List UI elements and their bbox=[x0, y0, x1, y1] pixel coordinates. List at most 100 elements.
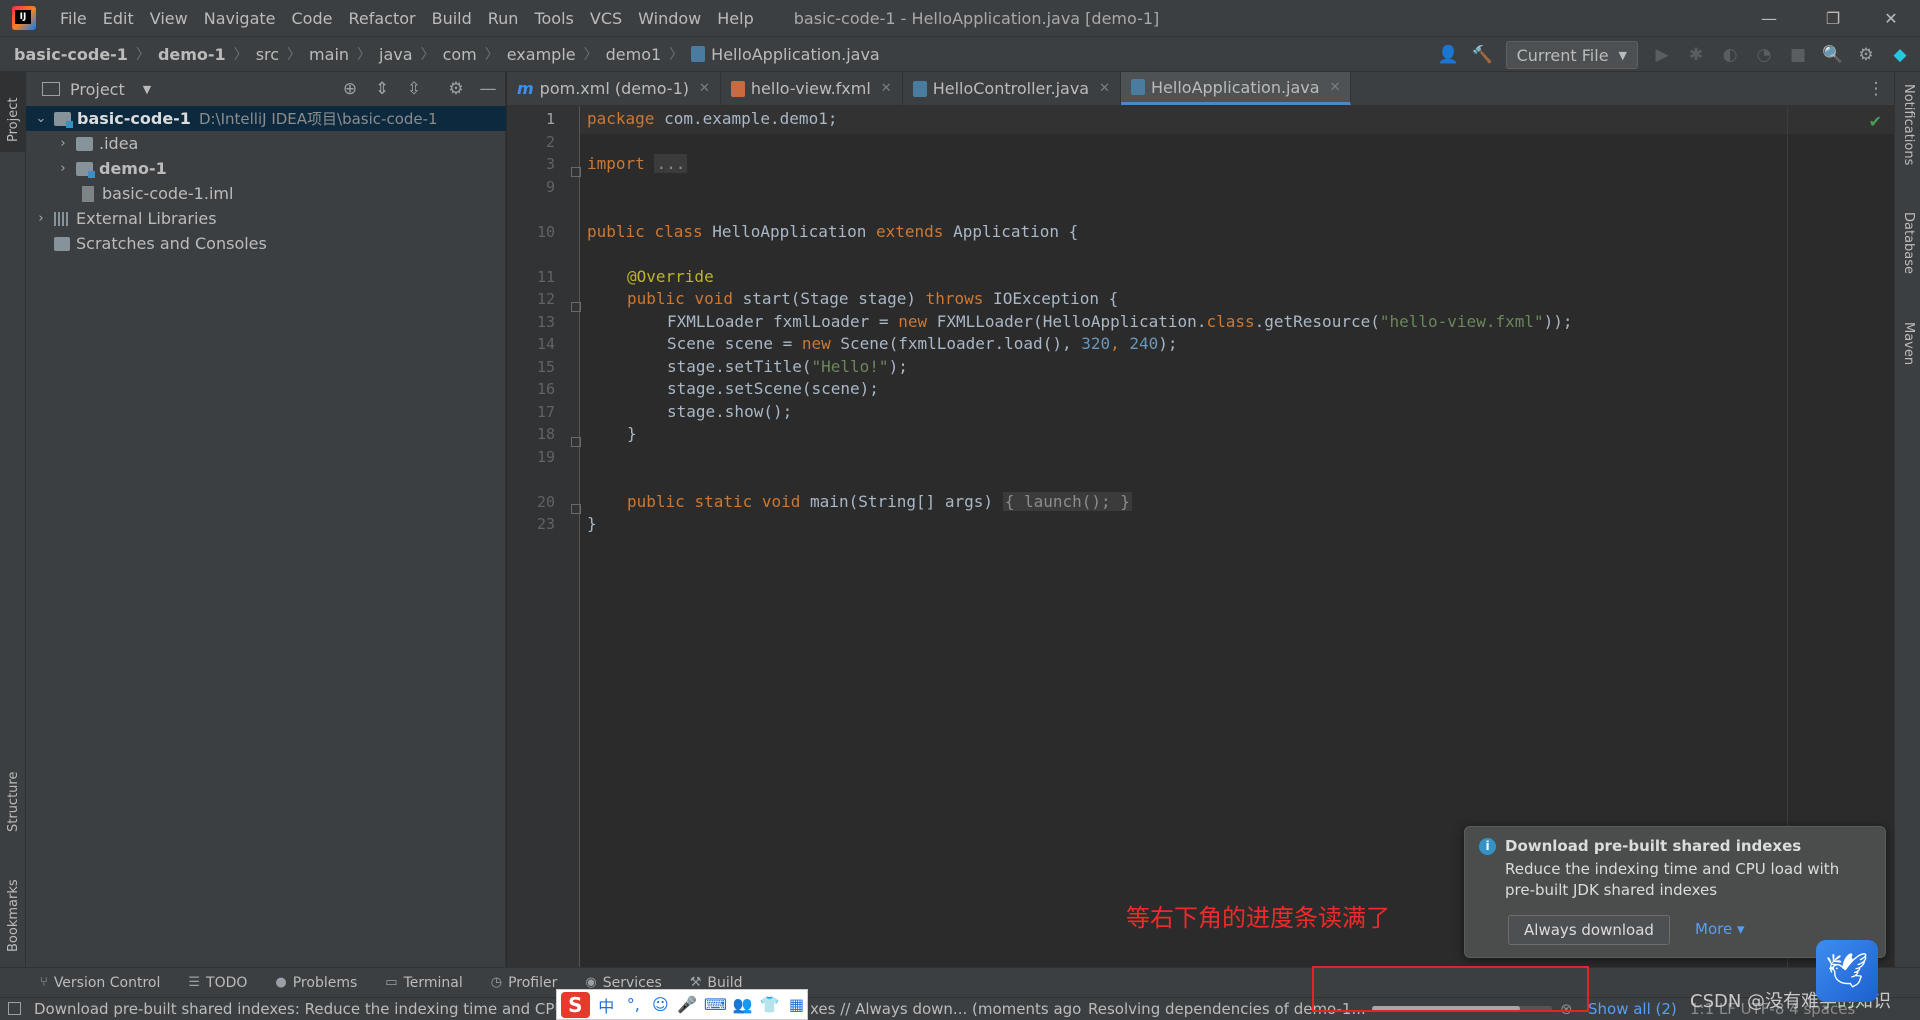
code-line-20: public static void main(String[] args) {… bbox=[627, 492, 1132, 511]
run-icon[interactable]: ▶ bbox=[1652, 45, 1672, 65]
chevron-right-icon[interactable]: › bbox=[54, 136, 72, 151]
tab-pom-xml[interactable]: m pom.xml (demo-1) ✕ bbox=[507, 72, 721, 105]
gear-icon[interactable]: ⚙ bbox=[1856, 45, 1876, 65]
menu-run[interactable]: Run bbox=[480, 9, 527, 28]
terminal-tool[interactable]: ▭ Terminal bbox=[385, 975, 462, 991]
chevron-right-icon[interactable]: › bbox=[32, 211, 50, 226]
breadcrumb-file[interactable]: HelloApplication.java bbox=[711, 45, 880, 64]
project-tool-button[interactable]: Project bbox=[6, 82, 21, 142]
menu-build[interactable]: Build bbox=[424, 9, 480, 28]
project-panel-title[interactable]: Project bbox=[70, 80, 125, 99]
skin-icon[interactable]: 👕 bbox=[759, 995, 780, 1014]
fold-icon[interactable] bbox=[571, 504, 581, 514]
tree-item-idea[interactable]: › .idea bbox=[26, 131, 506, 156]
tab-hello-application[interactable]: HelloApplication.java ✕ bbox=[1121, 72, 1352, 105]
breadcrumb-java[interactable]: java bbox=[379, 45, 413, 64]
menu-tools[interactable]: Tools bbox=[526, 9, 581, 28]
notifications-tool-button[interactable]: Notifications bbox=[1901, 84, 1916, 204]
breadcrumb-demo1[interactable]: demo1 bbox=[606, 45, 662, 64]
minimize-button[interactable]: — bbox=[1740, 0, 1798, 36]
tool-windows-toggle-icon[interactable] bbox=[8, 1002, 21, 1015]
code-text: com.example.demo1; bbox=[654, 109, 838, 128]
tree-item-iml[interactable]: basic-code-1.iml bbox=[26, 181, 506, 206]
microphone-icon[interactable]: 🎤 bbox=[677, 995, 698, 1014]
locate-icon[interactable]: ⊕ bbox=[340, 79, 360, 99]
menu-edit[interactable]: Edit bbox=[95, 9, 142, 28]
breadcrumb-project[interactable]: basic-code-1 bbox=[14, 45, 128, 64]
ime-chinese-mode[interactable]: 中 bbox=[596, 993, 617, 1017]
more-link[interactable]: More ▾ bbox=[1695, 920, 1744, 938]
version-control-tool[interactable]: ⑂ Version Control bbox=[40, 975, 160, 991]
fold-icon[interactable] bbox=[571, 437, 581, 447]
maven-tool-button[interactable]: Maven bbox=[1901, 322, 1916, 392]
fold-icon[interactable] bbox=[571, 302, 581, 312]
tree-item-demo-1[interactable]: › demo-1 bbox=[26, 156, 506, 181]
close-icon[interactable]: ✕ bbox=[1099, 81, 1110, 96]
menu-help[interactable]: Help bbox=[709, 9, 761, 28]
show-all-tasks-link[interactable]: Show all (2) bbox=[1588, 1000, 1677, 1018]
fold-icon[interactable] bbox=[571, 167, 581, 177]
chevron-right-icon[interactable]: › bbox=[54, 161, 72, 176]
breadcrumb-src[interactable]: src bbox=[256, 45, 279, 64]
jetbrains-toolbox-icon[interactable]: ◆ bbox=[1890, 45, 1910, 65]
no-problems-check-icon[interactable]: ✔ bbox=[1869, 112, 1882, 131]
todo-tool[interactable]: ☰ TODO bbox=[188, 975, 247, 991]
more-vertical-icon[interactable]: ⋮ bbox=[1866, 79, 1886, 99]
coverage-icon[interactable]: ◐ bbox=[1720, 45, 1740, 65]
status-message-tail[interactable]: xes // Always down... (moments ago bbox=[810, 1000, 1081, 1018]
always-download-button[interactable]: Always download bbox=[1508, 915, 1670, 945]
menu-file[interactable]: File bbox=[52, 9, 95, 28]
sogou-logo-icon[interactable]: S bbox=[561, 991, 590, 1018]
tree-item-external-libraries[interactable]: › External Libraries bbox=[26, 206, 506, 231]
collapse-all-icon[interactable]: ⇳ bbox=[404, 79, 424, 99]
floating-assistant-icon[interactable]: 🕊 bbox=[1816, 940, 1878, 1002]
debug-icon[interactable]: ✱ bbox=[1686, 45, 1706, 65]
breadcrumb-com[interactable]: com bbox=[443, 45, 477, 64]
folded-imports[interactable]: ... bbox=[654, 154, 688, 173]
toolbox-icon[interactable]: ▦ bbox=[786, 995, 807, 1014]
search-icon[interactable]: 🔍 bbox=[1822, 45, 1843, 65]
ime-punctuation[interactable]: °, bbox=[623, 995, 644, 1014]
code-text: } bbox=[587, 514, 597, 533]
tab-hello-view-fxml[interactable]: hello-view.fxml ✕ bbox=[721, 72, 903, 105]
tab-hello-controller[interactable]: HelloController.java ✕ bbox=[903, 72, 1122, 105]
close-icon[interactable]: ✕ bbox=[1330, 80, 1341, 95]
stop-icon[interactable]: ■ bbox=[1788, 45, 1808, 65]
expand-all-icon[interactable]: ⇕ bbox=[372, 79, 392, 99]
breadcrumb-module[interactable]: demo-1 bbox=[158, 45, 226, 64]
profile-icon[interactable]: ◔ bbox=[1754, 45, 1774, 65]
menu-refactor[interactable]: Refactor bbox=[340, 9, 423, 28]
menu-vcs[interactable]: VCS bbox=[582, 9, 630, 28]
close-icon[interactable]: ✕ bbox=[699, 81, 710, 96]
folded-method-body[interactable]: { launch(); } bbox=[1002, 492, 1132, 511]
chevron-down-icon[interactable]: ▼ bbox=[143, 83, 151, 96]
bookmarks-tool-button[interactable]: Bookmarks bbox=[6, 862, 21, 952]
menu-view[interactable]: View bbox=[142, 9, 196, 28]
chevron-right-icon: 〉 bbox=[357, 47, 372, 63]
database-tool-button[interactable]: Database bbox=[1901, 212, 1916, 292]
status-message[interactable]: Download pre-built shared indexes: Reduc… bbox=[34, 1000, 574, 1018]
run-configuration-select[interactable]: Current File ▼ bbox=[1505, 41, 1638, 69]
gear-icon[interactable]: ⚙ bbox=[446, 79, 466, 99]
tree-item-root[interactable]: ⌄ basic-code-1 D:\IntelliJ IDEA项目\basic-… bbox=[26, 106, 506, 131]
user-icon[interactable]: 👤 bbox=[1438, 45, 1459, 65]
breadcrumb-main[interactable]: main bbox=[309, 45, 349, 64]
close-button[interactable]: ✕ bbox=[1862, 0, 1920, 36]
build-hammer-icon[interactable]: 🔨 bbox=[1472, 45, 1493, 65]
close-icon[interactable]: ✕ bbox=[881, 81, 892, 96]
structure-tool-button[interactable]: Structure bbox=[6, 752, 21, 832]
menu-navigate[interactable]: Navigate bbox=[196, 9, 284, 28]
breadcrumb-example[interactable]: example bbox=[507, 45, 576, 64]
problems-tool[interactable]: ● Problems bbox=[275, 975, 357, 991]
menu-window[interactable]: Window bbox=[630, 9, 709, 28]
chevron-down-icon[interactable]: ⌄ bbox=[32, 111, 50, 126]
profiler-tool[interactable]: ◷ Profiler bbox=[491, 975, 558, 991]
keyboard-icon[interactable]: ⌨ bbox=[704, 995, 727, 1014]
hide-icon[interactable]: — bbox=[478, 79, 498, 99]
menu-code[interactable]: Code bbox=[284, 9, 341, 28]
users-icon[interactable]: 👥 bbox=[732, 995, 753, 1014]
restore-button[interactable]: ❐ bbox=[1804, 0, 1862, 36]
emoji-icon[interactable]: ☺ bbox=[650, 995, 671, 1014]
code-line-10: public class HelloApplication extends Ap… bbox=[587, 222, 1078, 241]
tree-item-scratches[interactable]: Scratches and Consoles bbox=[26, 231, 506, 256]
